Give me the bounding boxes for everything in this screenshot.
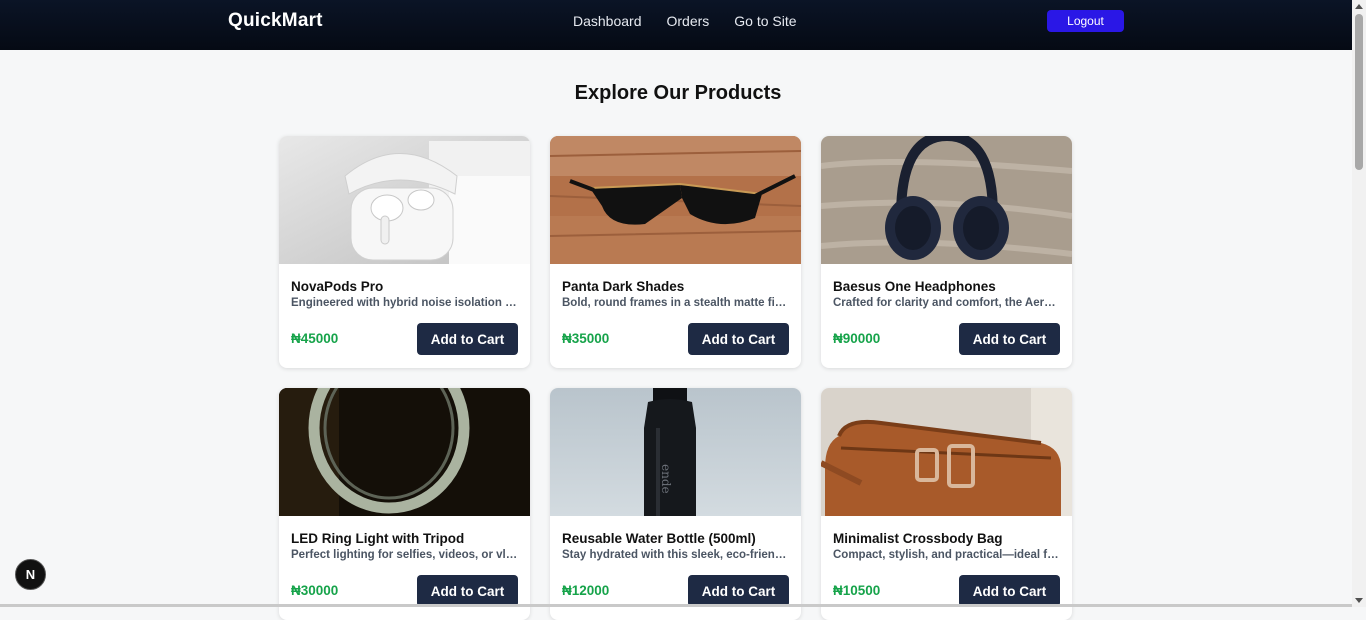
- brand-logo[interactable]: QuickMart: [228, 10, 323, 32]
- product-description: Compact, stylish, and practical—ideal fo…: [833, 549, 1061, 561]
- product-card: ende Reusable Water Bottle (500ml) Stay …: [550, 388, 801, 620]
- product-name: Baesus One Headphones: [833, 279, 996, 294]
- product-card: NovaPods Pro Engineered with hybrid nois…: [279, 136, 530, 368]
- add-to-cart-button[interactable]: Add to Cart: [959, 575, 1060, 607]
- product-name: LED Ring Light with Tripod: [291, 531, 465, 546]
- add-to-cart-button[interactable]: Add to Cart: [417, 575, 518, 607]
- vertical-scrollbar[interactable]: [1352, 0, 1366, 607]
- product-name: Reusable Water Bottle (500ml): [562, 531, 756, 546]
- product-price: ₦45000: [291, 331, 339, 346]
- water-bottle-image: ende: [550, 388, 801, 516]
- product-name: Panta Dark Shades: [562, 279, 685, 294]
- add-to-cart-button[interactable]: Add to Cart: [688, 323, 789, 355]
- product-price: ₦12000: [562, 583, 610, 598]
- product-name: Minimalist Crossbody Bag: [833, 531, 1003, 546]
- nav-orders-link[interactable]: Orders: [667, 13, 710, 29]
- nav-go-to-site-link[interactable]: Go to Site: [734, 13, 796, 29]
- product-description: Stay hydrated with this sleek, eco-frien…: [562, 549, 790, 561]
- page-title: Explore Our Products: [574, 82, 782, 104]
- add-to-cart-button[interactable]: Add to Cart: [688, 575, 789, 607]
- nextjs-dev-indicator-icon[interactable]: N: [15, 559, 46, 590]
- sunglasses-image: [550, 136, 801, 264]
- product-name: NovaPods Pro: [291, 279, 384, 294]
- main-content: Explore Our Products NovaPods Pro Engine…: [4, 50, 1352, 620]
- add-to-cart-button[interactable]: Add to Cart: [417, 323, 518, 355]
- svg-text:ende: ende: [659, 464, 673, 494]
- product-price: ₦30000: [291, 583, 339, 598]
- product-card: Minimalist Crossbody Bag Compact, stylis…: [821, 388, 1072, 620]
- product-description: Engineered with hybrid noise isolation t…: [291, 297, 519, 309]
- scroll-down-arrow-icon[interactable]: [1355, 598, 1363, 603]
- product-description: Crafted for clarity and comfort, the Aer…: [833, 297, 1061, 309]
- scrollbar-thumb[interactable]: [1355, 14, 1363, 170]
- product-card: Panta Dark Shades Bold, round frames in …: [550, 136, 801, 368]
- logout-button[interactable]: Logout: [1047, 10, 1124, 32]
- product-grid: NovaPods Pro Engineered with hybrid nois…: [279, 136, 1072, 620]
- add-to-cart-button[interactable]: Add to Cart: [959, 323, 1060, 355]
- product-card: Baesus One Headphones Crafted for clarit…: [821, 136, 1072, 368]
- product-description: Perfect lighting for selfies, videos, or…: [291, 549, 519, 561]
- earbuds-image: [279, 136, 530, 264]
- scroll-up-arrow-icon[interactable]: [1355, 4, 1363, 9]
- product-card: LED Ring Light with Tripod Perfect light…: [279, 388, 530, 620]
- product-description: Bold, round frames in a stealth matte fi…: [562, 297, 790, 309]
- headphones-image: [821, 136, 1072, 264]
- product-price: ₦90000: [833, 331, 881, 346]
- ring-light-image: [279, 388, 530, 516]
- top-navbar: QuickMart Dashboard Orders Go to Site Lo…: [0, 0, 1352, 50]
- nav-dashboard-link[interactable]: Dashboard: [573, 13, 642, 29]
- product-price: ₦10500: [833, 583, 881, 598]
- nav-links: Dashboard Orders Go to Site: [573, 13, 797, 29]
- crossbody-bag-image: [821, 388, 1072, 516]
- product-price: ₦35000: [562, 331, 610, 346]
